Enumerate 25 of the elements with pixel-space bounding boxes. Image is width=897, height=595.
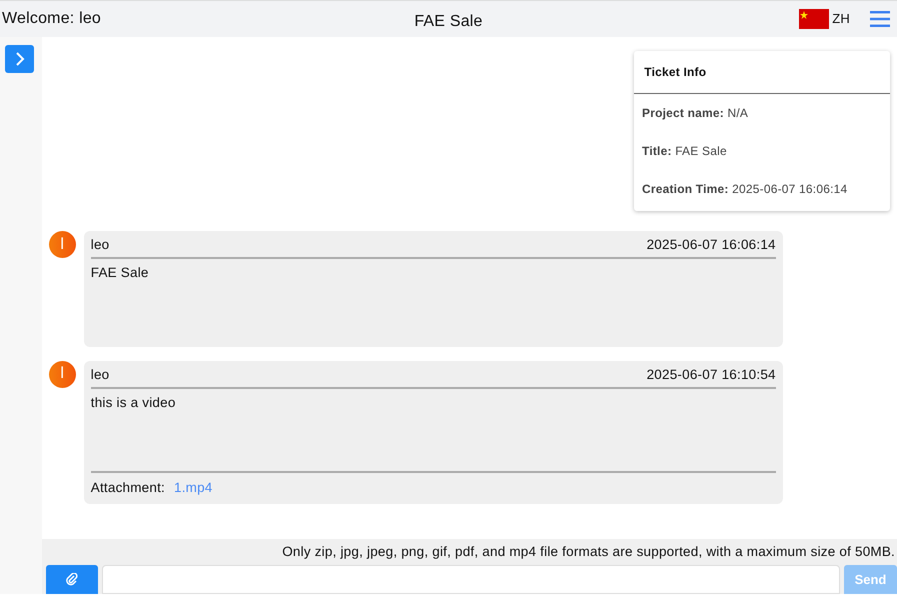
message-time: 2025-06-07 16:06:14 [646,236,776,254]
welcome-text: Welcome: leo [1,9,102,29]
flag-icon[interactable] [798,9,829,29]
message-text: FAE Sale [90,264,150,282]
author-name: leo [90,366,110,384]
attachment-label: Attachment: [90,480,165,496]
message-time: 2025-06-07 16:10:54 [646,366,776,384]
upload-note: Only zip, jpg, jpeg, png, gif, pdf, and mp4 file formats are supported, with a maximum size of 50MB. [42,538,897,565]
page-title: FAE Sale [414,12,483,32]
message-input[interactable] [102,565,840,594]
message-text: this is a video [90,394,177,412]
attachment-link[interactable]: 1.mp4 [174,480,213,496]
expand-button[interactable] [5,45,34,73]
info-field: Title: FAE Sale [641,132,884,170]
info-field: Creation Time: 2025-06-07 16:06:14 [641,170,884,208]
paperclip-icon [66,573,78,586]
card-heading: Ticket Info [634,50,890,94]
avatar-icon: l [48,231,76,258]
attach-button[interactable] [46,565,98,594]
info-field: Project name: N/A [641,94,884,132]
chevron-right-icon [14,52,24,66]
author-name: leo [90,236,110,254]
menu-icon[interactable] [870,11,890,27]
avatar-icon: l [48,360,76,388]
language-label[interactable]: ZH [832,9,850,29]
